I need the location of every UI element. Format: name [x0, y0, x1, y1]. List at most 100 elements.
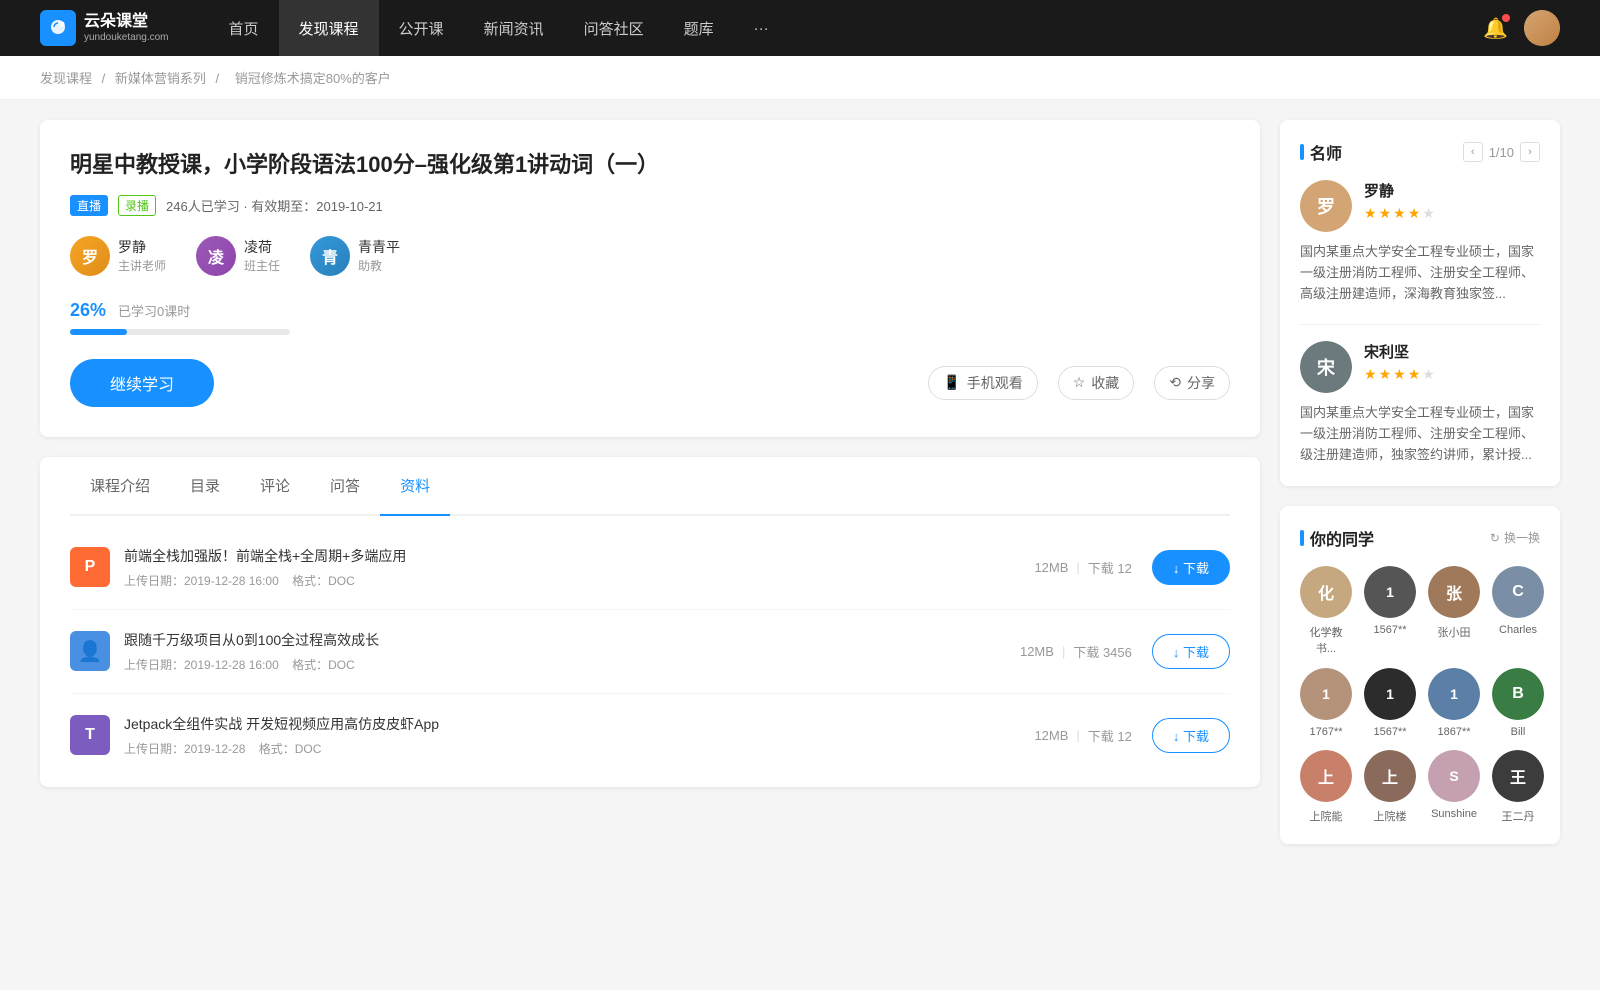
teacher-header-2: 宋 宋利坚 ★ ★ ★ ★ ★	[1300, 341, 1540, 393]
resource-item: T Jetpack全组件实战 开发短视频应用高仿皮皮虾App 上传日期：2019…	[70, 694, 1230, 777]
classmates-card: 你的同学 ↻ 换一换 化 化学教书... 1	[1280, 506, 1560, 844]
classmate-avatar-2[interactable]: 1	[1364, 566, 1416, 618]
classmate-avatar-4[interactable]: C	[1492, 566, 1544, 618]
tab-intro[interactable]: 课程介绍	[70, 457, 170, 514]
download-button-3[interactable]: ↓ 下载	[1152, 718, 1230, 753]
classmate-item: 1 1867**	[1428, 668, 1480, 738]
instructor-role-3: 助教	[358, 257, 400, 274]
resource-meta-3: 上传日期：2019-12-28 格式：DOC	[124, 740, 1034, 757]
teacher-item-1: 罗 罗静 ★ ★ ★ ★ ★ 国内某重点大学安全工程专业硕士，国家一级注册消防工…	[1300, 180, 1540, 304]
pager-next[interactable]: ›	[1520, 142, 1540, 162]
nav-right: 🔔	[1483, 10, 1560, 46]
classmate-avatar-10[interactable]: 上	[1364, 750, 1416, 802]
classmate-item: 1 1567**	[1364, 668, 1416, 738]
resource-title-1: 前端全栈加强版！前端全栈+全周期+多端应用	[124, 546, 1034, 566]
star1-t2: ★	[1364, 366, 1377, 383]
star4-t2: ★	[1408, 366, 1421, 383]
resource-info-3: Jetpack全组件实战 开发短视频应用高仿皮皮虾App 上传日期：2019-1…	[124, 714, 1034, 757]
instructors: 罗 罗静 主讲老师 凌 凌荷 班主任	[70, 236, 1230, 276]
teacher-stars-1: ★ ★ ★ ★ ★	[1364, 205, 1540, 222]
navbar: 云朵课堂 yundouketang.com 首页 发现课程 公开课 新闻资讯 问…	[0, 0, 1600, 56]
star2-t2: ★	[1379, 366, 1392, 383]
classmate-item: S Sunshine	[1428, 750, 1480, 824]
progress-section: 26% 已学习0课时	[70, 300, 1230, 335]
course-meta: 直播 录播 246人已学习 · 有效期至：2019-10-21	[70, 195, 1230, 216]
teacher-avatar-1: 罗	[1300, 180, 1352, 232]
course-meta-text: 246人已学习 · 有效期至：2019-10-21	[166, 196, 383, 215]
classmate-avatar-6[interactable]: 1	[1364, 668, 1416, 720]
nav-more[interactable]: ···	[734, 0, 789, 56]
teacher-avatar-2: 宋	[1300, 341, 1352, 393]
classmate-item: 1 1767**	[1300, 668, 1352, 738]
classmate-avatar-12[interactable]: 王	[1492, 750, 1544, 802]
continue-button[interactable]: 继续学习	[70, 359, 214, 407]
refresh-button[interactable]: ↻ 换一换	[1490, 529, 1540, 546]
classmate-avatar-8[interactable]: B	[1492, 668, 1544, 720]
instructor-role-2: 班主任	[244, 257, 280, 274]
tag-record: 录播	[118, 195, 156, 216]
resource-list: P 前端全栈加强版！前端全栈+全周期+多端应用 上传日期：2019-12-28 …	[70, 516, 1230, 787]
nav-problems[interactable]: 题库	[664, 0, 734, 56]
nav-news[interactable]: 新闻资讯	[464, 0, 564, 56]
instructor-1: 罗 罗静 主讲老师	[70, 236, 166, 276]
tag-live: 直播	[70, 195, 108, 216]
refresh-label: 换一换	[1504, 529, 1540, 546]
instructor-img-1: 罗	[70, 236, 110, 276]
share-button[interactable]: ⟲ 分享	[1154, 366, 1230, 400]
classmate-name-3: 张小田	[1438, 624, 1471, 640]
classmate-avatar-3[interactable]: 张	[1428, 566, 1480, 618]
classmate-avatar-1[interactable]: 化	[1300, 566, 1352, 618]
pager-text: 1/10	[1489, 145, 1514, 160]
star3: ★	[1393, 205, 1406, 222]
resource-info-1: 前端全栈加强版！前端全栈+全周期+多端应用 上传日期：2019-12-28 16…	[124, 546, 1034, 589]
mobile-icon: 📱	[943, 374, 960, 391]
nav-qa[interactable]: 问答社区	[564, 0, 664, 56]
user-avatar[interactable]	[1524, 10, 1560, 46]
progress-bar-bg	[70, 329, 290, 335]
resource-item: 👤 跟随千万级项目从0到100全过程高效成长 上传日期：2019-12-28 1…	[70, 610, 1230, 694]
download-button-2[interactable]: ↓ 下载	[1152, 634, 1230, 669]
nav-discover[interactable]: 发现课程	[279, 0, 379, 56]
breadcrumb-link-2[interactable]: 新媒体营销系列	[115, 71, 206, 86]
download-button-1[interactable]: ↓ 下载	[1152, 550, 1230, 585]
classmate-avatar-7[interactable]: 1	[1428, 668, 1480, 720]
instructor-avatar-2: 凌	[196, 236, 236, 276]
collect-button[interactable]: ☆ 收藏	[1058, 366, 1135, 400]
resource-icon-3: T	[70, 715, 110, 755]
teacher-header-1: 罗 罗静 ★ ★ ★ ★ ★	[1300, 180, 1540, 232]
action-right: 📱 手机观看 ☆ 收藏 ⟲ 分享	[928, 366, 1230, 400]
teacher-info-right-2: 宋利坚 ★ ★ ★ ★ ★	[1364, 341, 1540, 383]
resource-meta-1: 上传日期：2019-12-28 16:00 格式：DOC	[124, 572, 1034, 589]
nav-items: 首页 发现课程 公开课 新闻资讯 问答社区 题库 ···	[209, 0, 1484, 56]
resource-stats-2: 12MB | 下载 3456	[1020, 642, 1132, 661]
breadcrumb-link-1[interactable]: 发现课程	[40, 71, 92, 86]
divider	[1300, 324, 1540, 325]
logo-text: 云朵课堂 yundouketang.com	[84, 12, 169, 43]
tab-resource[interactable]: 资料	[380, 457, 450, 514]
classmate-avatar-5[interactable]: 1	[1300, 668, 1352, 720]
notification-bell[interactable]: 🔔	[1483, 16, 1508, 41]
star-icon: ☆	[1073, 374, 1086, 391]
pager-prev[interactable]: ‹	[1463, 142, 1483, 162]
progress-label: 已学习0课时	[118, 301, 190, 320]
classmate-name-12: 王二丹	[1502, 808, 1535, 824]
share-label: 分享	[1187, 373, 1215, 393]
instructor-3: 青 青青平 助教	[310, 236, 400, 276]
tab-qa[interactable]: 问答	[310, 457, 380, 514]
star2: ★	[1379, 205, 1392, 222]
tab-catalog[interactable]: 目录	[170, 457, 240, 514]
resource-title-2: 跟随千万级项目从0到100全过程高效成长	[124, 630, 1020, 650]
star4: ★	[1408, 205, 1421, 222]
classmate-avatar-11[interactable]: S	[1428, 750, 1480, 802]
teacher-info-right-1: 罗静 ★ ★ ★ ★ ★	[1364, 180, 1540, 222]
collect-label: 收藏	[1091, 373, 1119, 393]
nav-home[interactable]: 首页	[209, 0, 279, 56]
nav-public[interactable]: 公开课	[379, 0, 464, 56]
classmate-item: 上 上院楼	[1364, 750, 1416, 824]
classmate-name-8: Bill	[1511, 726, 1526, 738]
mobile-view-button[interactable]: 📱 手机观看	[928, 366, 1037, 400]
logo[interactable]: 云朵课堂 yundouketang.com	[40, 10, 169, 46]
teachers-header-row: 名师 ‹ 1/10 ›	[1300, 140, 1540, 164]
tab-review[interactable]: 评论	[240, 457, 310, 514]
classmate-avatar-9[interactable]: 上	[1300, 750, 1352, 802]
